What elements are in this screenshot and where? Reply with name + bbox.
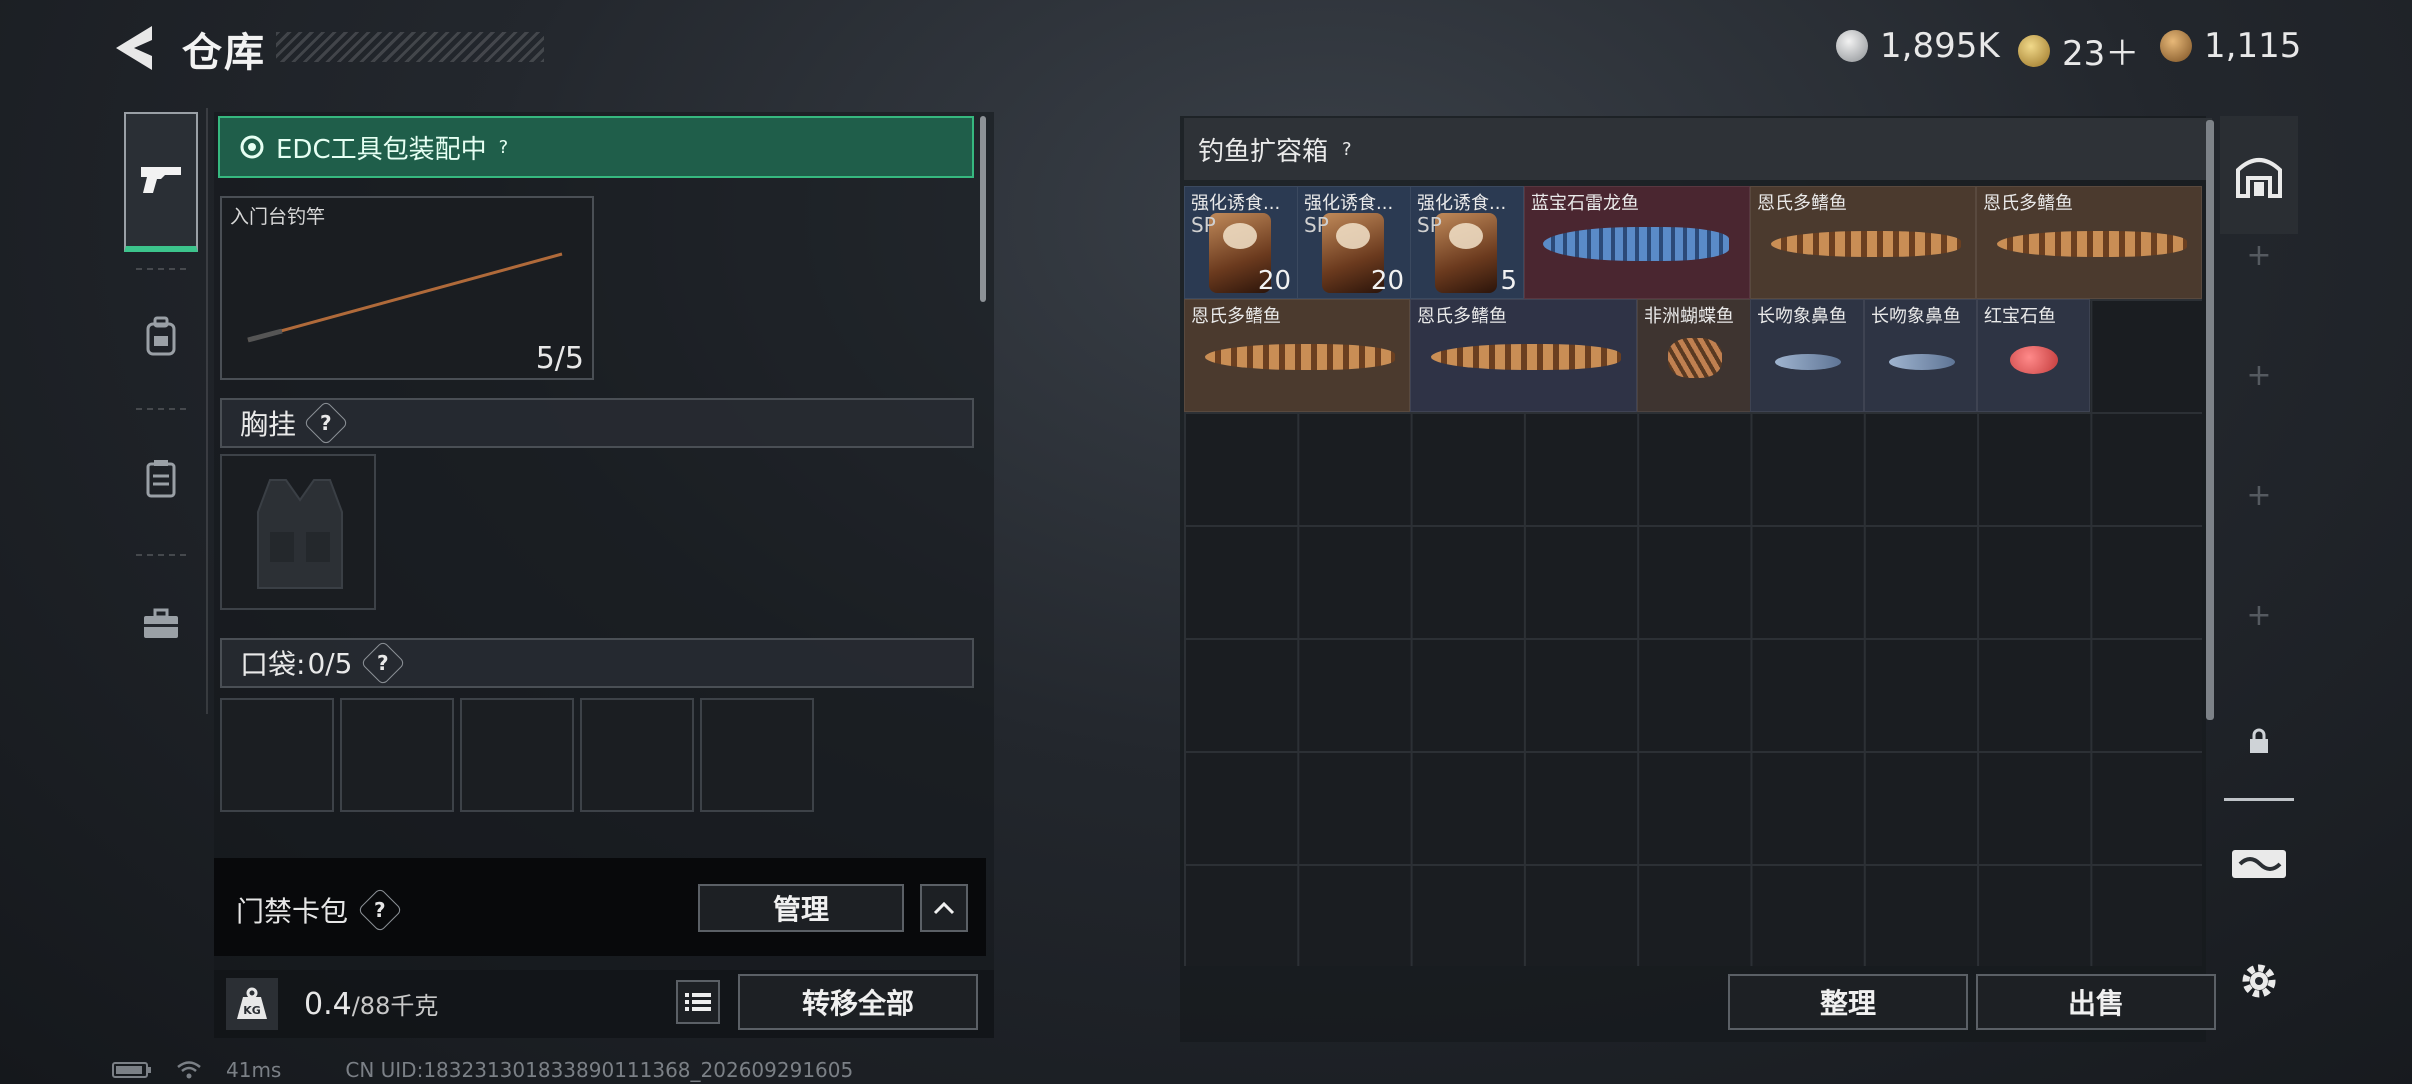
edc-status-bar[interactable]: EDC工具包装配中 ? xyxy=(218,116,974,178)
silver-coin-icon xyxy=(1836,30,1868,62)
fish-item[interactable]: 蓝宝石雷龙鱼 xyxy=(1524,186,1750,299)
sell-button[interactable]: 出售 xyxy=(1976,974,2216,1030)
vest-icon xyxy=(146,460,176,498)
settings-gear-icon[interactable] xyxy=(2238,960,2280,1002)
fish-item[interactable]: 恩氏多鳍鱼 xyxy=(1184,299,1410,412)
fish-item[interactable]: 恩氏多鳍鱼 xyxy=(1750,186,1976,299)
pocket-slot[interactable] xyxy=(700,698,814,812)
elephantnose-fish-icon xyxy=(1889,354,1955,370)
backpack-icon xyxy=(146,316,176,356)
page-title: 仓库 xyxy=(182,30,266,76)
svg-text:KG: KG xyxy=(243,1004,261,1017)
fish-item[interactable]: 长吻象鼻鱼 xyxy=(1750,299,1864,412)
weight-kg-icon: KG xyxy=(226,978,278,1030)
pocket-header: 口袋: 0/5 ? xyxy=(220,638,974,688)
fishing-rod-slot[interactable]: 入门台钓竿 5/5 xyxy=(220,196,594,380)
tab-backpack[interactable] xyxy=(124,266,198,406)
bronze-coin-icon xyxy=(2160,30,2192,62)
add-storage-icon[interactable]: + xyxy=(2244,358,2274,393)
bait-item[interactable]: 强化诱食... SP 5 xyxy=(1410,186,1524,299)
bait-bag-icon xyxy=(1435,213,1497,293)
chest-rig-icon xyxy=(257,479,343,589)
sort-button[interactable]: 整理 xyxy=(1728,974,1968,1030)
status-bar: 41ms CN UID:18323130183389011136​8_20260… xyxy=(112,1058,853,1082)
fish-item[interactable]: 恩氏多鳍鱼 xyxy=(1410,299,1637,412)
gold-triangle-coin-icon xyxy=(2018,34,2050,67)
storage-box-header: 钓鱼扩容箱 ? xyxy=(1184,118,2212,180)
storage-box-title: 钓鱼扩容箱 xyxy=(1198,136,1329,167)
pocket-slot[interactable] xyxy=(220,698,334,812)
add-storage-icon[interactable]: + xyxy=(2244,478,2274,513)
bichir-fish-icon xyxy=(1205,344,1395,370)
tab-toolbox[interactable] xyxy=(124,554,198,694)
storage-grid[interactable]: 强化诱食... SP 20 强化诱食... SP 20 强化诱食... SP 5… xyxy=(1184,186,2202,966)
transfer-all-button[interactable]: 转移全部 xyxy=(738,974,978,1030)
edc-status-text: EDC工具包装配中 xyxy=(276,134,487,165)
currency-silver: 1,895K xyxy=(1836,26,2000,66)
ruby-fish-icon xyxy=(2010,346,2058,374)
keycard-label: 门禁卡包 ? xyxy=(236,887,403,933)
manage-button[interactable]: 管理 xyxy=(698,884,904,932)
category-tab-rail xyxy=(112,108,208,714)
collapse-button[interactable] xyxy=(920,884,968,932)
tab-weapon[interactable] xyxy=(124,112,198,252)
list-icon xyxy=(685,993,711,1011)
chest-rig-header: 胸挂 ? xyxy=(220,398,974,448)
back-arrow-icon[interactable] xyxy=(112,22,156,74)
tab-vest[interactable] xyxy=(124,408,198,548)
currency-bronze: 1,115 xyxy=(2160,26,2301,66)
fish-item[interactable]: 长吻象鼻鱼 xyxy=(1864,299,1977,412)
elephantnose-fish-icon xyxy=(1775,354,1841,370)
toolbox-icon xyxy=(144,608,178,638)
fishing-box-icon[interactable] xyxy=(2230,842,2288,880)
ping-text: 41ms xyxy=(226,1058,282,1082)
pocket-slot[interactable] xyxy=(460,698,574,812)
fishing-rod-icon xyxy=(247,252,563,343)
help-icon[interactable]: ? xyxy=(1342,139,1352,160)
wifi-icon xyxy=(177,1061,201,1079)
add-storage-icon[interactable]: + xyxy=(2244,598,2274,633)
battery-icon xyxy=(112,1062,151,1078)
rod-name: 入门台钓竿 xyxy=(230,206,326,228)
rail-divider xyxy=(2224,798,2294,801)
left-scrollbar[interactable] xyxy=(980,116,986,302)
pocket-slot[interactable] xyxy=(580,698,694,812)
help-icon[interactable]: ? xyxy=(499,137,509,158)
chest-rig-slot[interactable] xyxy=(220,454,376,610)
title-decoration xyxy=(276,32,544,62)
fish-item[interactable]: 红宝石鱼 xyxy=(1977,299,2090,412)
currency-gold: 23＋ xyxy=(2018,26,2139,75)
bichir-fish-icon xyxy=(1431,344,1621,370)
bait-item[interactable]: 强化诱食... SP 20 xyxy=(1184,186,1298,299)
chevron-up-icon xyxy=(933,901,955,915)
help-icon[interactable]: ? xyxy=(357,887,403,933)
fish-item[interactable]: 恩氏多鳍鱼 xyxy=(1976,186,2202,299)
storage-tab-rail: + + + + xyxy=(2220,116,2298,1042)
butterflyfish-icon xyxy=(1668,338,1722,378)
fish-item[interactable]: 非洲蝴蝶鱼 xyxy=(1637,299,1751,412)
help-icon[interactable]: ? xyxy=(303,400,349,446)
rod-count: 5/5 xyxy=(535,341,584,376)
list-view-button[interactable] xyxy=(676,980,720,1024)
tab-storage[interactable] xyxy=(2220,116,2298,234)
bait-item[interactable]: 强化诱食... SP 20 xyxy=(1297,186,1411,299)
pistol-icon xyxy=(141,167,181,193)
weight-readout: 0.4/88千克 xyxy=(304,987,439,1022)
bichir-fish-icon xyxy=(1997,231,2187,257)
lock-icon[interactable] xyxy=(2248,728,2270,754)
pocket-slot[interactable] xyxy=(340,698,454,812)
help-icon[interactable]: ? xyxy=(359,640,406,686)
bichir-fish-icon xyxy=(1771,231,1961,257)
gear-badge-icon xyxy=(240,135,264,159)
sapphire-snakehead-icon xyxy=(1543,227,1729,261)
warehouse-icon xyxy=(2236,158,2282,198)
add-storage-icon[interactable]: + xyxy=(2244,238,2274,273)
right-scrollbar[interactable] xyxy=(2206,120,2214,720)
uid-text: CN UID:18323130183389011136​8_2026092916… xyxy=(345,1058,854,1082)
